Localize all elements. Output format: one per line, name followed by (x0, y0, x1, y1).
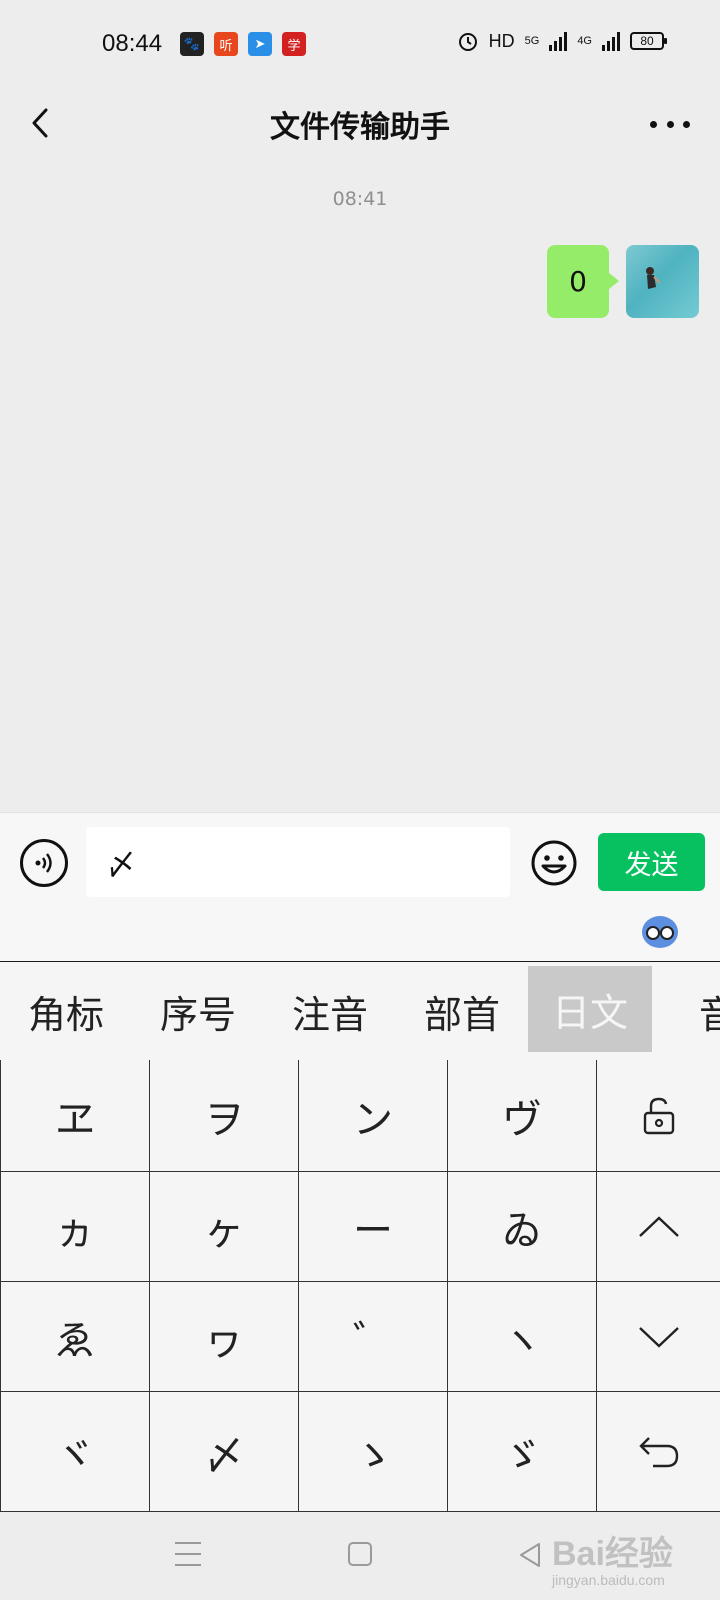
home-icon[interactable] (348, 1542, 372, 1566)
signal-4g-label: 4G (577, 35, 592, 47)
chat-header: 文件传输助手 (0, 92, 720, 162)
symbol-key[interactable]: ゛ (299, 1282, 448, 1392)
battery-icon: 80 (630, 32, 667, 50)
baidu-app-icon: 🐾 (180, 32, 204, 56)
page-title: 文件传输助手 (270, 110, 450, 145)
signal-5g-icon (549, 31, 568, 51)
back-triangle-icon[interactable] (518, 1542, 542, 1568)
hd-label: HD (488, 30, 515, 51)
symbol-key[interactable]: ゞ (448, 1392, 597, 1512)
system-navigation-bar: Bai经验 jingyan.baidu.com (0, 1512, 720, 1600)
send-button[interactable]: 发送 (598, 833, 705, 891)
message-bubble[interactable]: 0 (547, 245, 619, 318)
category-tab-1[interactable]: 序号 (132, 962, 264, 1060)
symbol-key[interactable]: ヲ (150, 1060, 299, 1172)
watermark: Bai经验 (552, 1535, 673, 1573)
swimmer-figure (646, 267, 661, 289)
return-key[interactable] (597, 1392, 720, 1512)
symbol-key[interactable]: ヵ (1, 1172, 150, 1282)
emoji-button[interactable] (530, 839, 578, 887)
more-options-icon[interactable] (650, 104, 690, 144)
paper-plane-app-icon: ➤ (248, 32, 272, 56)
voice-input-button[interactable] (20, 839, 68, 887)
symbol-keyboard: ヱヲンヴヵヶーゐゑヮ゛ヽヾ〆ゝゞ (0, 1060, 720, 1512)
xuexi-app-icon: 学 (282, 32, 306, 56)
message-input-bar: 发送 (0, 812, 720, 902)
symbol-key[interactable]: ヮ (150, 1282, 299, 1392)
symbol-key[interactable]: ヾ (1, 1392, 150, 1512)
down-arrow-icon (639, 1326, 679, 1348)
lock-icon (643, 1097, 675, 1134)
return-icon (639, 1436, 679, 1467)
signal-4g-icon (602, 31, 620, 51)
status-indicators: HD 5G 4G 80 (457, 30, 667, 52)
signal-5g-label: 5G (524, 35, 540, 47)
up-arrow-icon (639, 1215, 679, 1237)
lock-key[interactable] (597, 1060, 720, 1172)
symbol-key[interactable]: ヱ (1, 1060, 150, 1172)
status-bar: 08:44 🐾 听 ➤ 学 HD 5G 4G 80 (0, 0, 720, 92)
symbol-key[interactable]: 〆 (150, 1392, 299, 1512)
symbol-key[interactable]: ヽ (448, 1282, 597, 1392)
alarm-icon (458, 33, 477, 51)
category-tab-3[interactable]: 部首 (396, 962, 528, 1060)
ime-toolbar (0, 902, 720, 962)
symbol-key[interactable]: ー (299, 1172, 448, 1282)
status-time: 08:44 (102, 30, 163, 57)
watermark-url: jingyan.baidu.com (552, 1572, 665, 1588)
message-input[interactable] (86, 827, 510, 897)
ime-mascot-icon[interactable] (642, 916, 678, 948)
symbol-key[interactable]: ゝ (299, 1392, 448, 1512)
category-tab-2[interactable]: 注音 (264, 962, 396, 1060)
battery-level: 80 (640, 34, 654, 48)
menu-icon[interactable] (175, 1542, 201, 1566)
symbol-key[interactable]: ヶ (150, 1172, 299, 1282)
symbol-key[interactable]: ン (299, 1060, 448, 1172)
message-timestamp: 08:41 (332, 188, 388, 210)
avatar[interactable] (626, 245, 699, 318)
notification-icons: 🐾 听 ➤ 学 (180, 32, 306, 56)
up-arrow-key[interactable] (597, 1172, 720, 1282)
symbol-category-tabs: 角标 序号 注音 部首 日文音 (0, 962, 720, 1060)
category-tab-0[interactable]: 角标 (0, 962, 132, 1060)
down-arrow-key[interactable] (597, 1282, 720, 1392)
category-tab-5[interactable]: 音 (652, 962, 720, 1060)
category-tab-4[interactable]: 日文 (528, 966, 652, 1052)
symbol-key[interactable]: ゑ (1, 1282, 150, 1392)
symbol-key[interactable]: ヴ (448, 1060, 597, 1172)
voice-icon (35, 853, 52, 873)
symbol-key[interactable]: ゐ (448, 1172, 597, 1282)
ting-app-icon: 听 (214, 32, 238, 56)
